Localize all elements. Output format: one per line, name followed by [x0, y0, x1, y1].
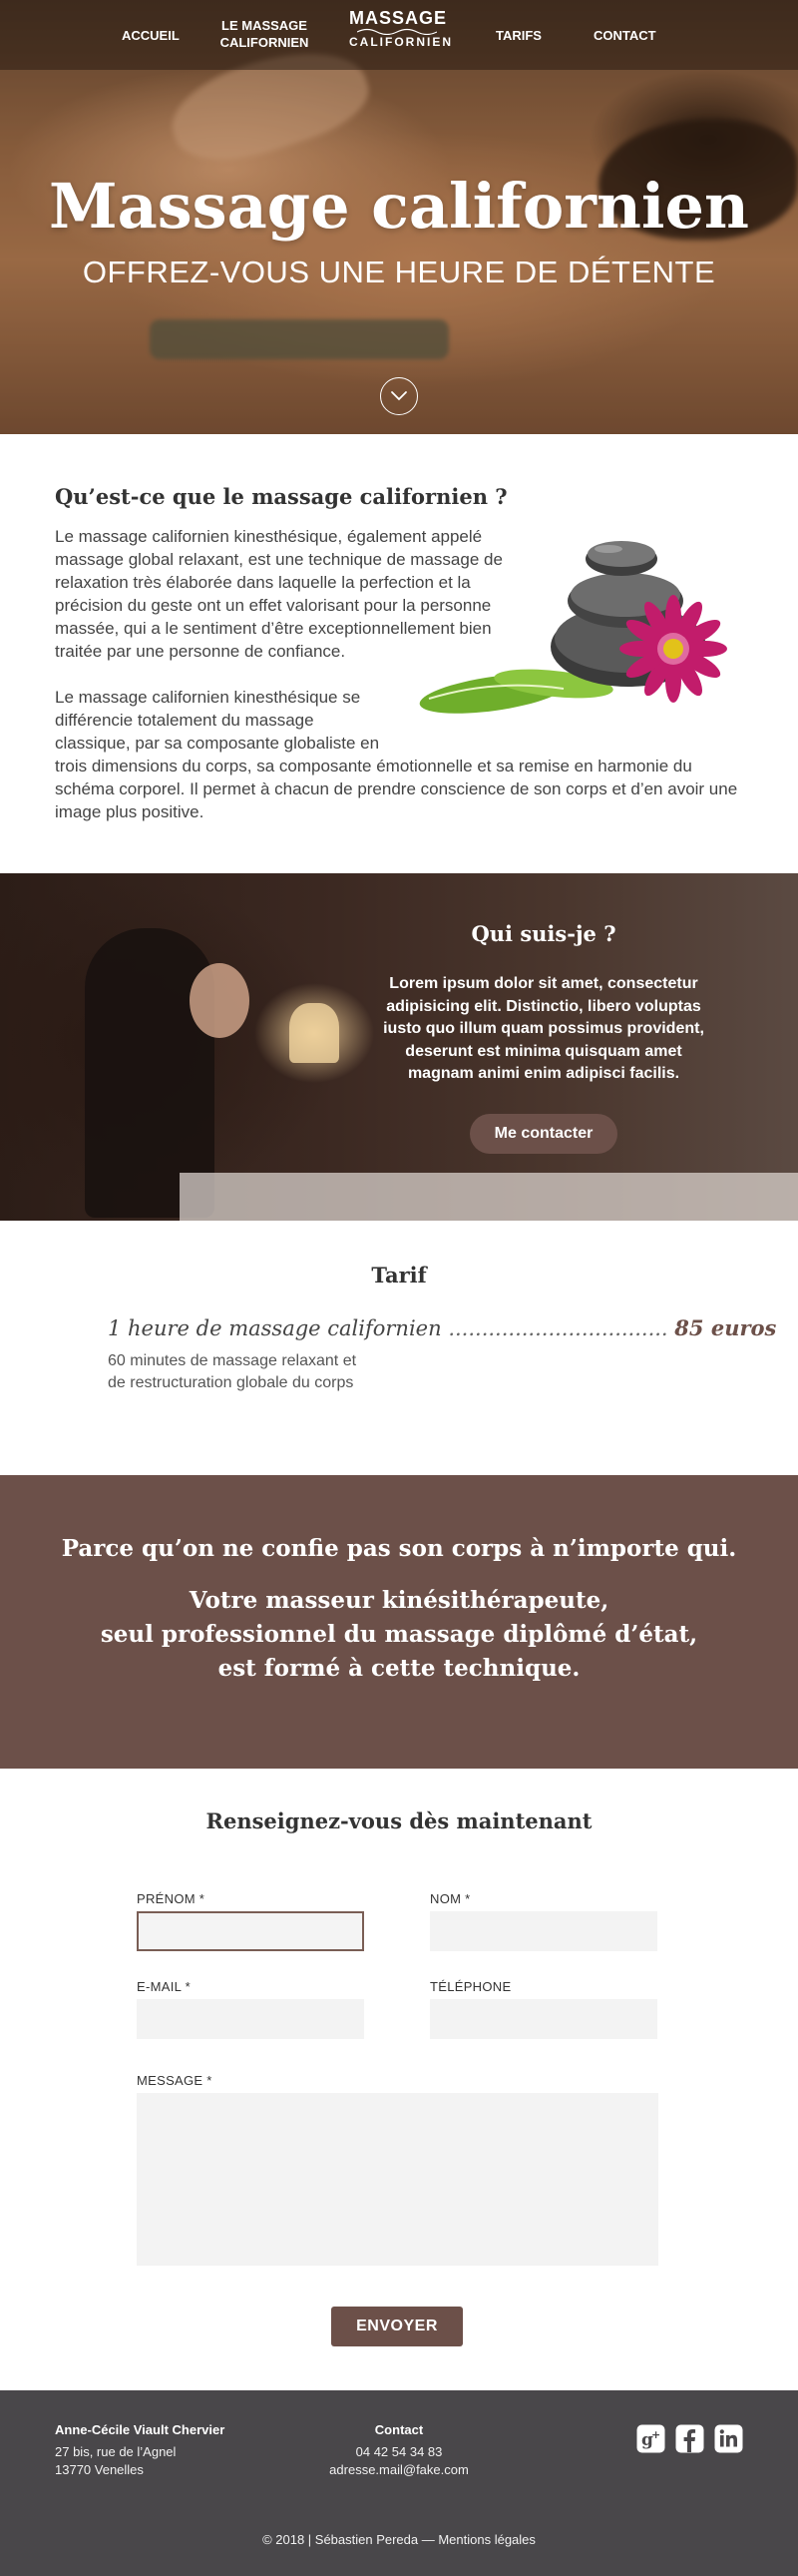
about-section: Qu’est-ce que le massage californien ? L… — [0, 434, 798, 873]
prenom-field[interactable] — [137, 1911, 364, 1951]
spa-stones-icon — [419, 541, 727, 714]
nav-accueil[interactable]: ACCUEIL — [122, 27, 180, 44]
about-me-section: Qui suis-je ? Lorem ipsum dolor sit amet… — [0, 873, 798, 1221]
quote-line2: Votre masseur kinésithérapeute, — [189, 1587, 609, 1614]
footer-phone: 04 42 54 34 83 — [355, 2444, 443, 2459]
message-field[interactable] — [137, 2093, 658, 2266]
about-me-title: Qui suis-je ? — [471, 921, 616, 946]
logo-line2: californien — [349, 35, 453, 49]
message-label: MESSAGE * — [137, 2073, 212, 2088]
nav-contact[interactable]: CONTACT — [594, 27, 656, 44]
site-footer: Anne-Cécile Viault Chervier 27 bis, rue … — [0, 2390, 798, 2576]
scroll-down-button[interactable] — [380, 377, 418, 415]
lamp-decoration — [289, 1003, 339, 1063]
pricing-dots: ................................. — [448, 1316, 668, 1340]
prenom-label: PRÉNOM * — [137, 1891, 205, 1906]
nav-le-massage[interactable]: LE MASSAGE CALIFORNIEN — [217, 17, 311, 51]
pricing-desc-line2: de restructuration globale du corps — [108, 1374, 354, 1391]
pricing-line: 1 heure de massage californien .........… — [108, 1315, 776, 1340]
send-button[interactable]: ENVOYER — [331, 2307, 463, 2346]
nom-field[interactable] — [430, 1911, 657, 1951]
quote-line4: est formé à cette technique. — [217, 1655, 581, 1682]
linkedin-icon — [714, 2424, 743, 2453]
about-paragraph-2a: Le massage californien kinesthésique se … — [55, 688, 380, 753]
footer-address: 27 bis, rue de l’Agnel 13770 Venelles — [55, 2443, 176, 2479]
footer-copyright: © 2018 | Sébastien Pereda — Mentions lég… — [0, 2532, 798, 2547]
quote-line3: seul professionnel du massage diplômé d’… — [100, 1621, 698, 1648]
nom-label: NOM * — [430, 1891, 471, 1906]
hero-subtitle: OFFREZ-VOUS UNE HEURE DE DÉTENTE — [82, 255, 716, 289]
svg-text:+: + — [651, 2428, 660, 2441]
site-logo[interactable]: MASSAGE californien — [349, 8, 453, 51]
email-field[interactable] — [137, 1999, 364, 2039]
footer-email: adresse.mail@fake.com — [329, 2462, 469, 2477]
pricing-section: Tarif 1 heure de massage californien ...… — [0, 1221, 798, 1475]
quote-section: Parce qu’on ne confie pas son corps à n’… — [0, 1475, 798, 1769]
contact-form-section: Renseignez-vous dès maintenant PRÉNOM * … — [0, 1769, 798, 2390]
email-label: E-MAIL * — [137, 1979, 191, 1994]
footer-name: Anne-Cécile Viault Chervier — [55, 2422, 225, 2437]
therapist-face-decoration — [190, 963, 249, 1038]
footer-contact-info: 04 42 54 34 83 adresse.mail@fake.com — [299, 2443, 499, 2479]
massage-table-decoration — [180, 1173, 798, 1221]
pricing-price: 85 euros — [674, 1315, 777, 1340]
facebook-link[interactable] — [675, 2424, 704, 2458]
pricing-description: 60 minutes de massage relaxant et de res… — [108, 1350, 356, 1394]
about-paragraph-2b: trois dimensions du corps, sa composante… — [55, 757, 738, 821]
hero-title: Massage californien — [48, 170, 750, 243]
google-plus-icon: g + — [636, 2424, 665, 2453]
quote-line1: Parce qu’on ne confie pas son corps à n’… — [61, 1535, 737, 1562]
nav-tarifs[interactable]: TARIFS — [496, 27, 542, 44]
about-me-text: Lorem ipsum dolor sit amet, consectetur … — [383, 975, 704, 1082]
stones-flower-image — [404, 529, 743, 719]
footer-contact-title: Contact — [374, 2422, 424, 2437]
footer-address-line2: 13770 Venelles — [55, 2462, 144, 2477]
main-nav: ACCUEIL LE MASSAGE CALIFORNIEN MASSAGE c… — [0, 0, 798, 70]
hero-section: ACCUEIL LE MASSAGE CALIFORNIEN MASSAGE c… — [0, 0, 798, 434]
telephone-label: TÉLÉPHONE — [430, 1979, 512, 1994]
pricing-title: Tarif — [371, 1263, 427, 1288]
chevron-down-icon — [391, 391, 407, 401]
pricing-desc-line1: 60 minutes de massage relaxant et — [108, 1352, 357, 1369]
contact-me-button[interactable]: Me contacter — [470, 1114, 617, 1154]
linkedin-link[interactable] — [714, 2424, 743, 2458]
facebook-icon — [675, 2424, 704, 2453]
telephone-field[interactable] — [430, 1999, 657, 2039]
form-title: Renseignez-vous dès maintenant — [205, 1808, 593, 1833]
about-title: Qu’est-ce que le massage californien ? — [55, 484, 508, 509]
google-plus-link[interactable]: g + — [636, 2424, 665, 2458]
pricing-item: 1 heure de massage californien — [108, 1316, 442, 1340]
footer-address-line1: 27 bis, rue de l’Agnel — [55, 2444, 177, 2459]
legal-link[interactable]: © 2018 | Sébastien Pereda — Mentions lég… — [262, 2532, 536, 2547]
logo-line1: MASSAGE — [349, 8, 448, 28]
